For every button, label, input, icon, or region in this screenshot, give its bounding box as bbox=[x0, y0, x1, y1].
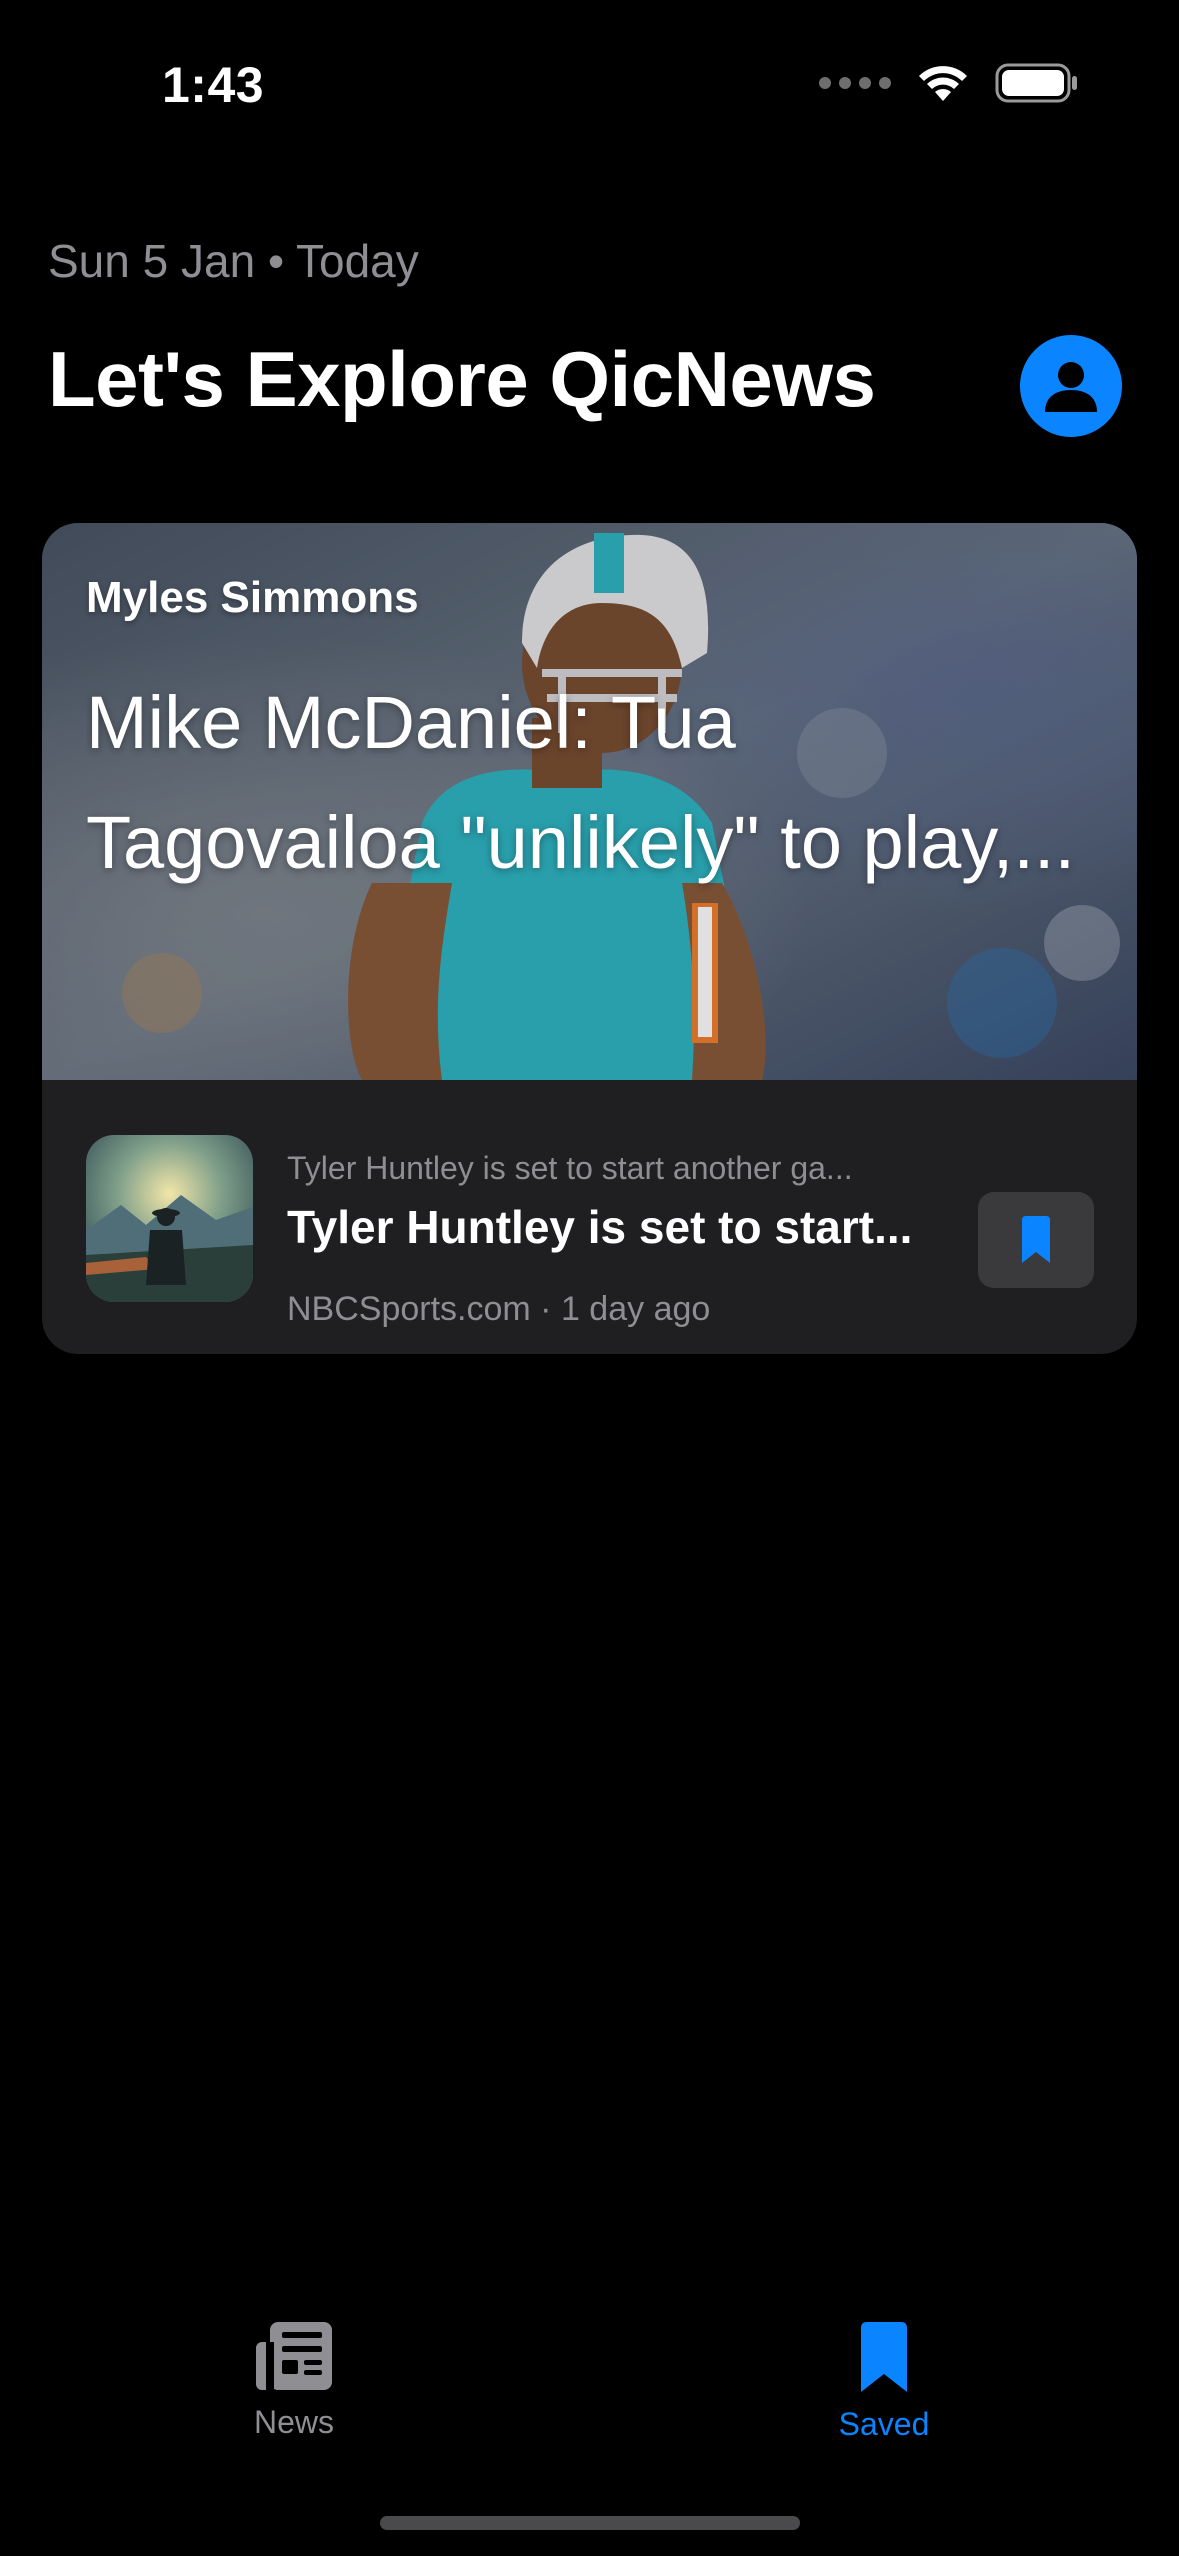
status-time: 1:43 bbox=[162, 57, 265, 113]
screen: 1:43 Sun 5 Jan • Today Let's Explore Qic… bbox=[0, 0, 1179, 2556]
newspaper-icon bbox=[256, 2322, 332, 2390]
bookmark-icon bbox=[861, 2322, 907, 2392]
tab-news[interactable]: News bbox=[184, 2320, 404, 2441]
article-title: Tyler Huntley is set to start... bbox=[287, 1201, 913, 1253]
bookmark-button[interactable] bbox=[978, 1192, 1094, 1288]
article-meta: NBCSports.com · 1 day ago bbox=[287, 1290, 711, 1328]
article-summary: Tyler Huntley is set to start another ga… bbox=[287, 1150, 853, 1186]
tab-news-label: News bbox=[253, 2404, 334, 2440]
cellular-signal-icon bbox=[819, 77, 891, 89]
home-indicator[interactable] bbox=[380, 2516, 800, 2530]
person-icon bbox=[1045, 362, 1097, 412]
battery-icon bbox=[995, 63, 1077, 103]
bookmark-icon bbox=[1022, 1216, 1050, 1263]
profile-button[interactable] bbox=[1020, 335, 1122, 437]
article-row[interactable]: Tyler Huntley is set to start another ga… bbox=[42, 1080, 1137, 1354]
featured-story[interactable]: Myles Simmons Mike McDaniel: Tua Tagovai… bbox=[42, 523, 1137, 1080]
article-thumbnail bbox=[86, 1135, 253, 1302]
page-title: Let's Explore QicNews bbox=[48, 335, 876, 423]
date-line: Sun 5 Jan • Today bbox=[48, 235, 419, 287]
featured-headline-line2: Tagovailoa "unlikely" to play,... bbox=[86, 801, 1076, 884]
featured-author: Myles Simmons bbox=[86, 573, 419, 622]
tab-saved[interactable]: Saved bbox=[774, 2320, 994, 2443]
tab-saved-label: Saved bbox=[838, 2406, 930, 2442]
wifi-icon bbox=[919, 66, 967, 101]
featured-headline: Mike McDaniel: Tua Tagovailoa "unlikely"… bbox=[86, 663, 1116, 903]
news-card: Myles Simmons Mike McDaniel: Tua Tagovai… bbox=[42, 523, 1137, 1354]
status-icons bbox=[819, 62, 1079, 104]
featured-headline-line1: Mike McDaniel: Tua bbox=[86, 681, 736, 764]
